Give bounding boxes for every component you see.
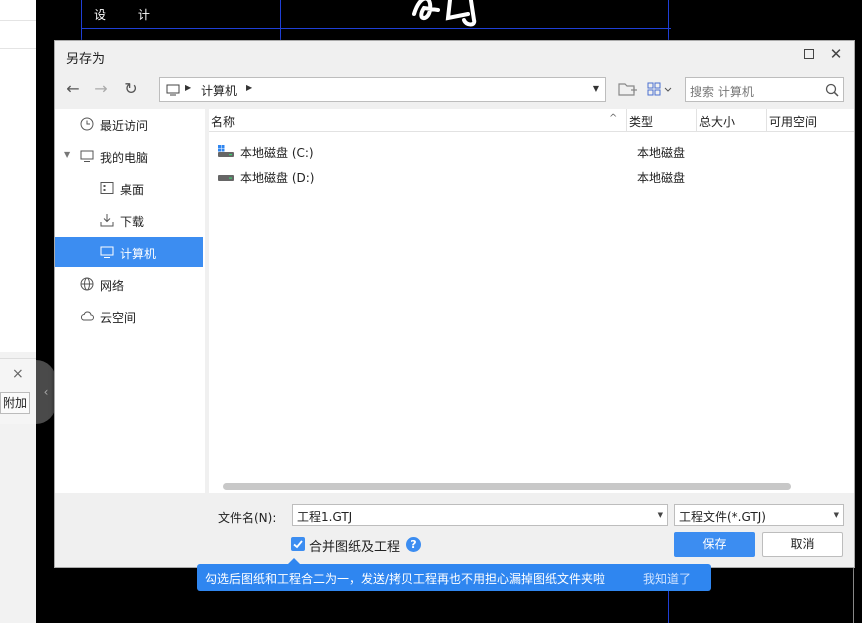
sidebar-item-label: 下载	[120, 215, 145, 229]
tooltip-text: 勾选后图纸和工程合二为一，发送/拷贝工程再也不用担心漏掉图纸文件夹啦	[205, 572, 606, 586]
column-header-size[interactable]: 总大小	[697, 109, 767, 132]
breadcrumb-location[interactable]: 计算机	[201, 82, 237, 99]
file-name: 本地磁盘 (D:)	[240, 171, 315, 185]
sidebar-item-label: 网络	[100, 279, 125, 293]
column-header-free-space[interactable]: 可用空间	[767, 109, 854, 132]
save-as-dialog: 另存为 ✕ ← → ↻ ▶ 计算机 ▶ ▼ 搜索 计算机 最近访问 ▼ 我的电脑…	[54, 40, 855, 568]
filename-dropdown-icon[interactable]: ▼	[658, 511, 663, 519]
column-header-name[interactable]: 名称 ^	[209, 109, 627, 132]
desktop-icon	[100, 182, 114, 194]
collapse-handle[interactable]: ‹	[36, 360, 56, 424]
maximize-icon	[804, 49, 814, 59]
globe-icon	[80, 277, 94, 291]
refresh-icon[interactable]: ↻	[121, 79, 141, 99]
search-placeholder: 搜索 计算机	[690, 85, 754, 99]
breadcrumb-arrow-icon[interactable]: ▶	[246, 83, 252, 92]
sidebar-item-recent[interactable]: 最近访问	[55, 109, 203, 139]
computer-icon	[80, 150, 94, 162]
tooltip-dismiss-link[interactable]: 我知道了	[643, 570, 691, 587]
column-header-type[interactable]: 类型	[627, 109, 697, 132]
file-row[interactable]: 本地磁盘 (D:) 本地磁盘	[209, 164, 852, 188]
save-button[interactable]: 保存	[674, 532, 755, 557]
download-icon	[100, 214, 114, 227]
tooltip-arrow	[288, 558, 300, 564]
file-name: 本地磁盘 (C:)	[240, 146, 314, 160]
back-arrow-icon[interactable]: ←	[63, 79, 83, 99]
column-header-label: 名称	[211, 115, 236, 129]
merge-label[interactable]: 合并图纸及工程	[309, 536, 400, 555]
close-button[interactable]: ✕	[828, 46, 844, 62]
sidebar-item-label: 桌面	[120, 183, 145, 197]
sidebar-item-desktop[interactable]: 桌面	[55, 173, 203, 203]
checkmark-icon	[293, 540, 303, 549]
help-icon[interactable]: ?	[406, 537, 421, 552]
cad-line	[280, 0, 281, 40]
signature-scrawl	[412, 0, 477, 27]
background-app-panel	[0, 0, 36, 623]
filename-label: 文件名(N):	[218, 511, 277, 525]
address-bar[interactable]: ▶ 计算机 ▶ ▼	[159, 77, 606, 102]
background-attach-button[interactable]: 附加	[0, 392, 30, 414]
filename-input[interactable]: 工程1.GTJ ▼	[292, 504, 668, 526]
filetype-select[interactable]: 工程文件(*.GTJ) ▼	[674, 504, 844, 526]
view-mode-icon[interactable]	[645, 79, 677, 99]
navigation-sidebar: 最近访问 ▼ 我的电脑 桌面 下载 计算机 网络 云空间	[55, 109, 205, 493]
cad-line	[853, 560, 854, 623]
sidebar-item-cloud[interactable]: 云空间	[55, 301, 203, 331]
dialog-title: 另存为	[66, 52, 106, 67]
cad-line	[668, 0, 669, 40]
file-type: 本地磁盘	[637, 171, 686, 185]
sidebar-item-label: 我的电脑	[100, 151, 149, 165]
filetype-value: 工程文件(*.GTJ)	[679, 510, 766, 524]
column-header-label: 可用空间	[769, 115, 818, 129]
clock-icon	[80, 117, 94, 131]
search-input[interactable]: 搜索 计算机	[685, 77, 844, 102]
search-icon[interactable]	[825, 83, 839, 97]
system-drive-icon	[218, 145, 234, 157]
forward-arrow-icon[interactable]: →	[91, 79, 111, 99]
sidebar-item-label: 最近访问	[100, 119, 149, 133]
filetype-dropdown-icon[interactable]: ▼	[834, 511, 839, 519]
sidebar-item-network[interactable]: 网络	[55, 269, 203, 299]
sidebar-item-label: 云空间	[100, 311, 137, 325]
sidebar-item-label: 计算机	[120, 247, 157, 261]
background-close-icon[interactable]: ×	[12, 366, 24, 382]
new-folder-icon[interactable]	[615, 79, 639, 99]
sidebar-item-computer[interactable]: 计算机	[55, 237, 203, 267]
computer-icon	[166, 84, 180, 96]
cancel-button[interactable]: 取消	[762, 532, 843, 557]
column-header-label: 总大小	[699, 115, 736, 129]
merge-checkbox[interactable]	[291, 537, 305, 551]
address-dropdown-icon[interactable]: ▼	[593, 84, 599, 93]
file-type: 本地磁盘	[637, 146, 686, 160]
tree-expand-icon[interactable]: ▼	[64, 150, 70, 159]
dialog-titlebar[interactable]: 另存为 ✕	[55, 41, 854, 69]
cad-line	[81, 0, 82, 40]
cad-title-label: 设 计	[94, 8, 164, 22]
merge-tooltip: 勾选后图纸和工程合二为一，发送/拷贝工程再也不用担心漏掉图纸文件夹啦 我知道了	[197, 558, 711, 591]
file-list[interactable]: 名称 ^ 类型 总大小 可用空间 本地磁盘 (C:) 本地磁盘 本地磁盘 (D:…	[209, 109, 854, 493]
cad-line	[81, 28, 671, 29]
file-row[interactable]: 本地磁盘 (C:) 本地磁盘	[209, 139, 852, 163]
column-header-label: 类型	[629, 115, 654, 129]
filename-value: 工程1.GTJ	[297, 510, 353, 524]
sort-ascending-icon: ^	[609, 113, 618, 124]
sidebar-item-my-computer[interactable]: ▼ 我的电脑	[55, 141, 203, 171]
drive-icon	[218, 175, 234, 181]
computer-icon	[100, 246, 114, 258]
cloud-icon	[80, 311, 94, 321]
horizontal-scrollbar[interactable]	[223, 483, 791, 490]
breadcrumb-arrow-icon[interactable]: ▶	[185, 83, 191, 92]
maximize-button[interactable]	[801, 46, 817, 62]
sidebar-item-downloads[interactable]: 下载	[55, 205, 203, 235]
